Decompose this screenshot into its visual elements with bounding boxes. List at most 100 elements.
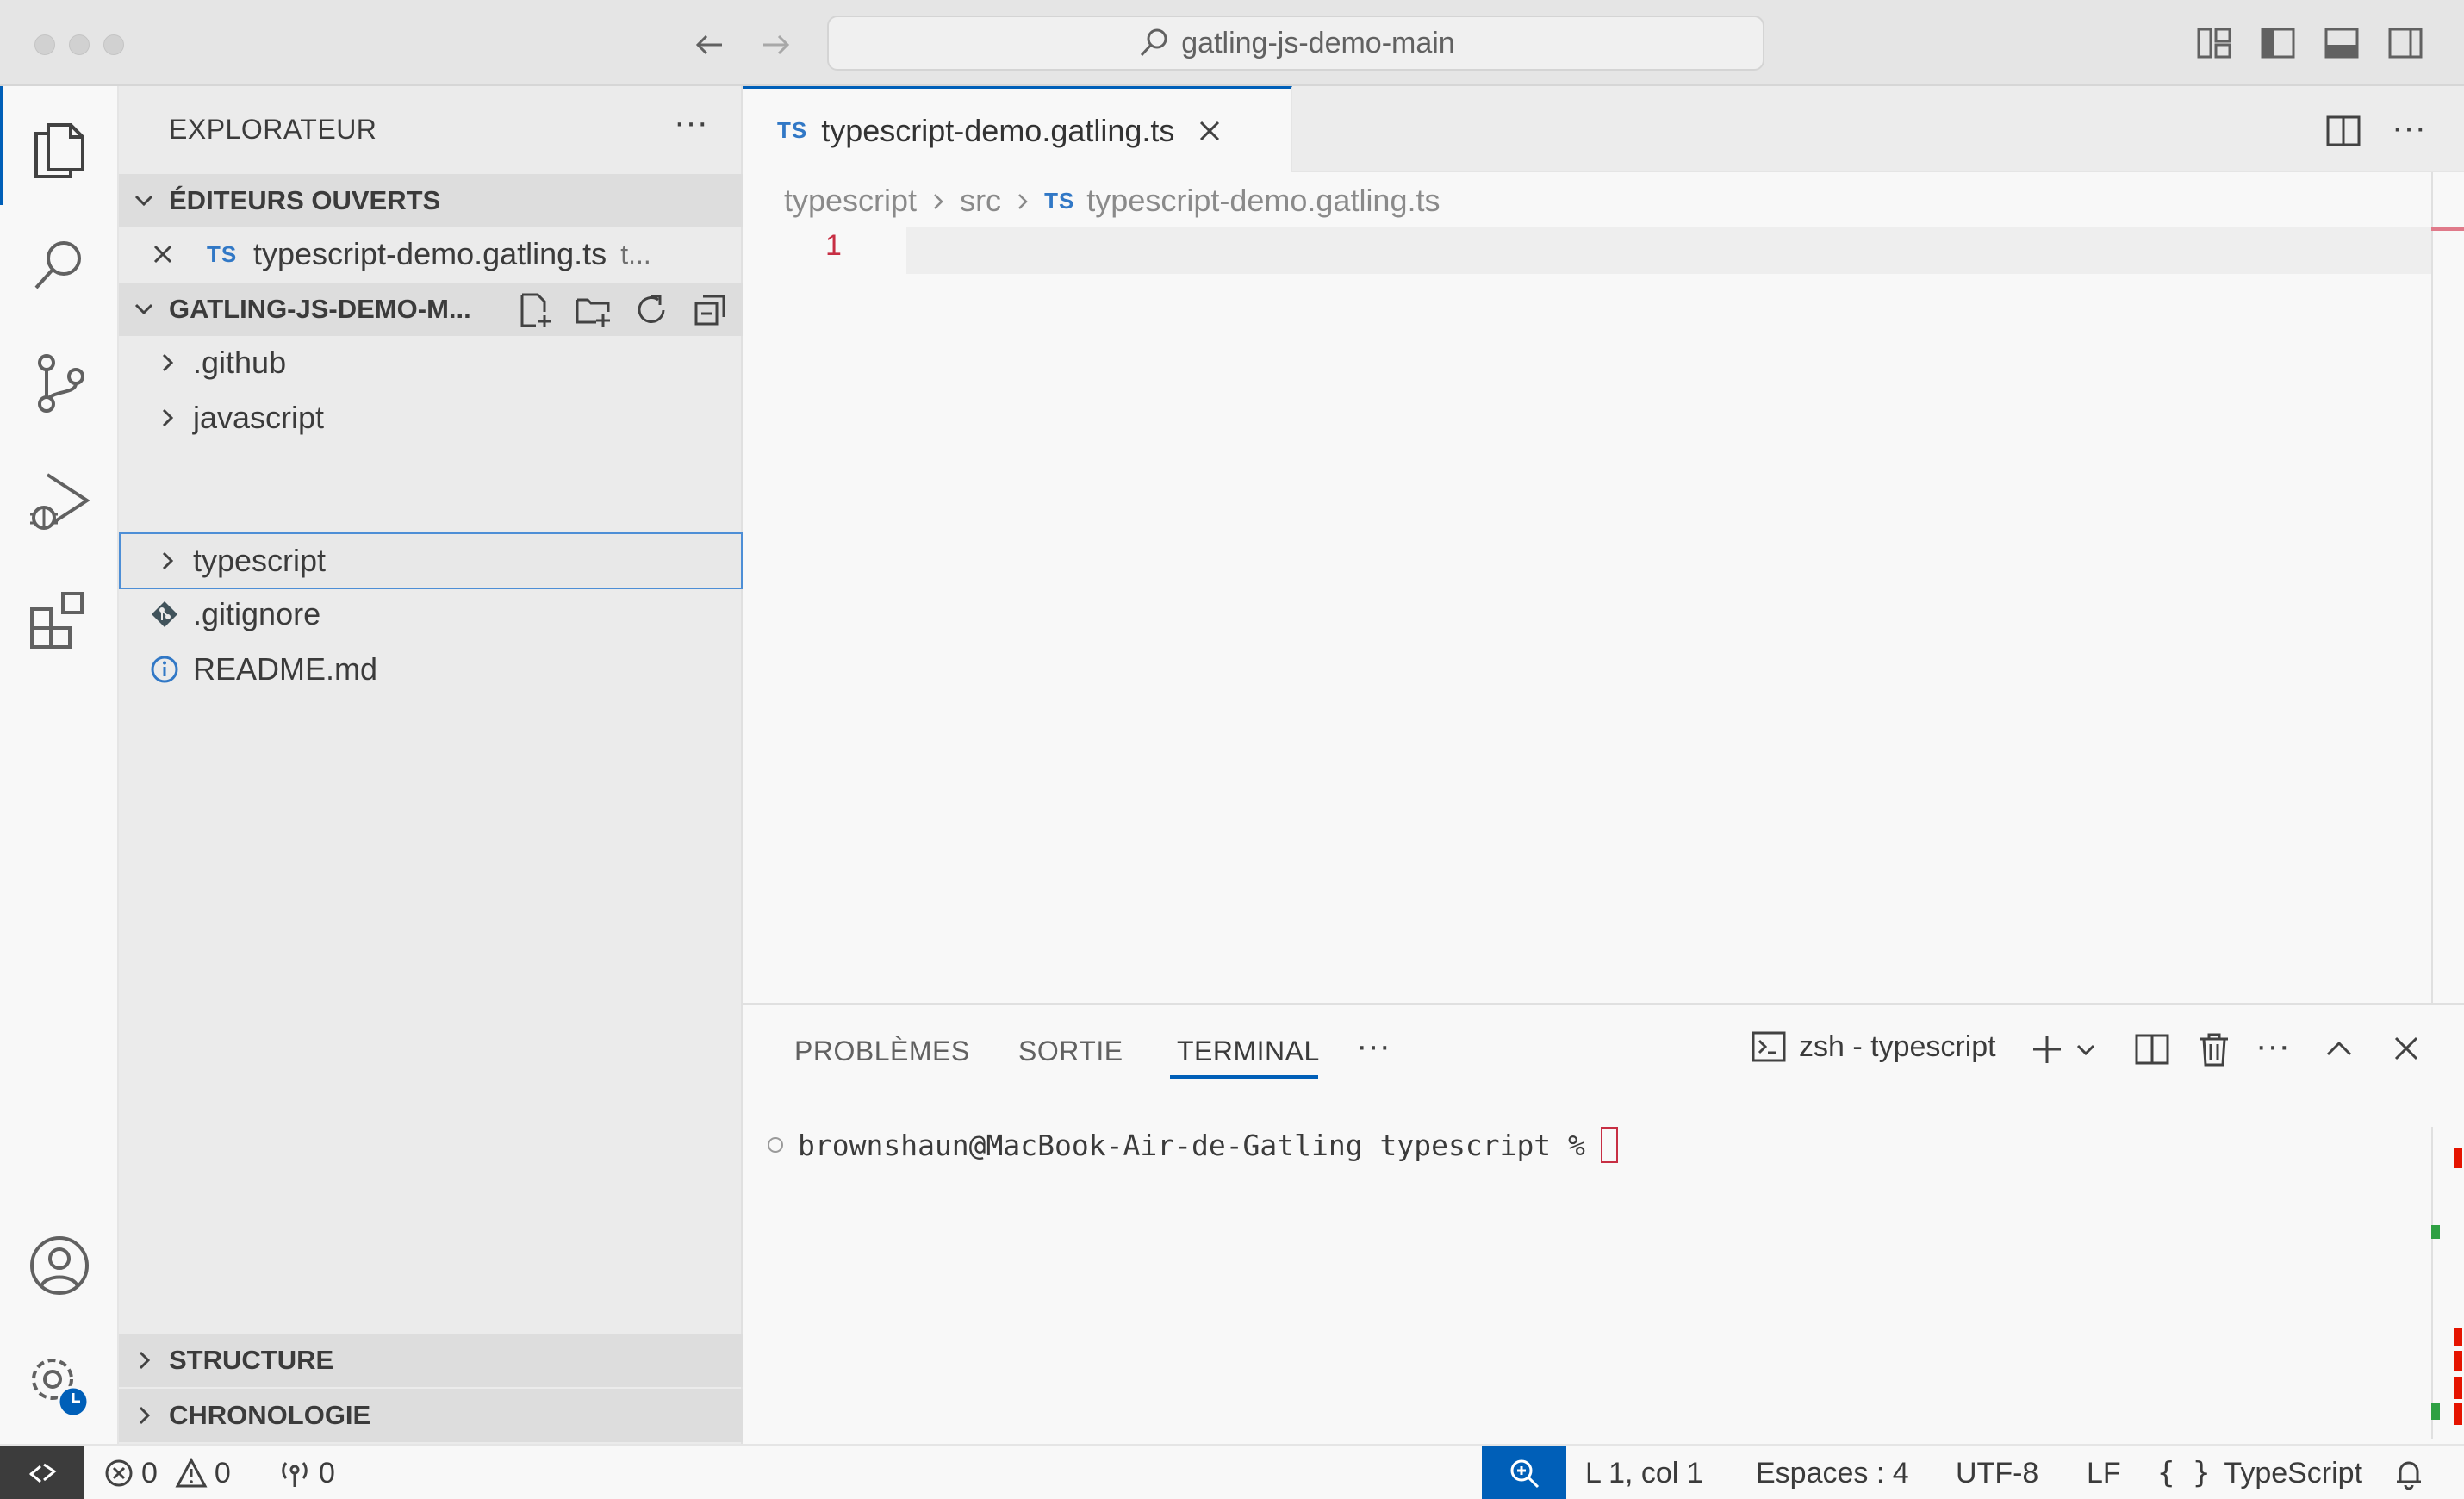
account-icon	[30, 1236, 89, 1295]
tree-item-typescript[interactable]: typescript	[119, 532, 743, 589]
close-tab-icon[interactable]	[1197, 118, 1223, 144]
search-activity[interactable]	[0, 205, 119, 324]
info-icon	[119, 655, 184, 684]
editor-more-actions-icon[interactable]: ···	[2392, 109, 2426, 147]
panel-more-tabs-icon[interactable]: ···	[1356, 1027, 1391, 1066]
new-terminal-icon[interactable]	[2030, 1032, 2064, 1067]
new-file-icon[interactable]	[515, 291, 553, 329]
breadcrumb-item[interactable]: src	[960, 183, 1001, 219]
terminal-selector[interactable]: zsh - typescript	[1751, 1029, 1996, 1065]
terminal-line[interactable]: brownshaun@MacBook-Air-de-Gatling typesc…	[765, 1127, 1618, 1163]
status-bar: 0 0 0 L 1, col 1 Espaces : 4 UTF-8 LF {…	[0, 1444, 2464, 1499]
refresh-icon[interactable]	[632, 291, 670, 329]
run-debug-activity[interactable]	[0, 443, 119, 562]
sidebar-title: EXPLORATEUR	[169, 114, 377, 145]
explorer-sidebar: EXPLORATEUR ··· ÉDITEURS OUVERTS TS type…	[119, 86, 743, 1444]
accounts-activity[interactable]	[0, 1206, 119, 1325]
zoom-indicator[interactable]	[1482, 1446, 1566, 1499]
ports-indicator[interactable]: 0	[277, 1446, 335, 1499]
ts-file-icon: TS	[1044, 187, 1075, 214]
extensions-activity[interactable]	[0, 562, 119, 681]
source-control-icon	[38, 354, 84, 413]
chevron-down-icon[interactable]	[2075, 1039, 2097, 1061]
chevron-right-icon	[929, 183, 948, 219]
error-count: 0	[141, 1456, 158, 1490]
split-editor-icon[interactable]	[2324, 112, 2362, 150]
breadcrumb-item[interactable]: typescript	[784, 183, 917, 219]
toggle-primary-sidebar-icon[interactable]	[2259, 24, 2297, 62]
back-arrow-icon[interactable]	[689, 24, 731, 65]
overview-mark-red	[2454, 1351, 2462, 1371]
zoom-icon	[1510, 1459, 1540, 1489]
tree-item-label: .gitignore	[193, 596, 321, 631]
tree-item-javascript[interactable]: javascript	[119, 391, 743, 445]
remote-indicator[interactable]	[0, 1446, 84, 1499]
maximize-panel-icon[interactable]	[2324, 1034, 2354, 1063]
close-window-button[interactable]	[34, 34, 55, 55]
new-folder-icon[interactable]	[574, 291, 612, 329]
tree-item-label: README.md	[193, 651, 378, 687]
error-icon	[105, 1459, 133, 1487]
maximize-window-button[interactable]	[103, 34, 124, 55]
ts-file-icon: TS	[777, 117, 808, 143]
structure-section-header[interactable]: STRUCTURE	[119, 1334, 743, 1387]
overview-mark-red	[2454, 1328, 2462, 1346]
project-section-header[interactable]: GATLING-JS-DEMO-M...	[119, 283, 743, 336]
line-number: 1	[825, 229, 842, 262]
toggle-panel-icon[interactable]	[2323, 24, 2361, 62]
manage-activity[interactable]	[0, 1325, 119, 1444]
tab-output[interactable]: SORTIE	[1018, 1036, 1123, 1067]
extensions-icon	[30, 592, 84, 649]
collapse-all-icon[interactable]	[691, 291, 729, 329]
tree-item-label: javascript	[193, 400, 325, 435]
files-icon	[34, 123, 84, 178]
overview-ruler-mark	[2431, 227, 2464, 231]
command-center-search[interactable]: gatling-js-demo-main	[827, 16, 1764, 71]
source-control-activity[interactable]	[0, 324, 119, 443]
search-icon	[1141, 28, 1167, 57]
open-editor-name: typescript-demo.gatling.ts	[253, 236, 607, 271]
editor-tab-bar: TS typescript-demo.gatling.ts ···	[743, 86, 2464, 172]
tab-typescript-demo[interactable]: TS typescript-demo.gatling.ts	[743, 86, 1292, 172]
terminal-more-actions-icon[interactable]: ···	[2256, 1027, 2290, 1066]
end-of-line[interactable]: LF	[2087, 1446, 2121, 1499]
forward-arrow-icon[interactable]	[755, 24, 796, 65]
terminal-scrollbar[interactable]	[2431, 1127, 2433, 1439]
problems-indicator[interactable]: 0 0	[103, 1446, 231, 1499]
chevron-down-icon	[119, 298, 169, 320]
remote-icon	[29, 1463, 57, 1483]
toggle-secondary-sidebar-icon[interactable]	[2386, 24, 2424, 62]
open-editor-path-hint: t...	[620, 238, 651, 270]
tab-terminal[interactable]: TERMINAL	[1177, 1036, 1320, 1067]
breadcrumb-item[interactable]: typescript-demo.gatling.ts	[1086, 183, 1440, 219]
tree-item-gitignore[interactable]: .gitignore	[119, 588, 743, 641]
bell-icon	[2397, 1461, 2421, 1490]
close-editor-icon[interactable]	[119, 243, 207, 265]
git-file-icon	[119, 600, 184, 629]
editor-scrollbar[interactable]	[2431, 172, 2433, 1003]
trash-icon[interactable]	[2195, 1030, 2233, 1068]
tree-item-github[interactable]: .github	[119, 336, 743, 389]
customize-layout-icon[interactable]	[2195, 24, 2233, 62]
close-panel-icon[interactable]	[2392, 1034, 2421, 1063]
cursor-position[interactable]: L 1, col 1	[1585, 1446, 1703, 1499]
indentation[interactable]: Espaces : 4	[1756, 1446, 1909, 1499]
explorer-activity[interactable]	[0, 86, 119, 205]
notifications[interactable]	[2392, 1446, 2426, 1499]
project-section-toolbar	[515, 291, 729, 329]
circle-outline-icon	[768, 1137, 783, 1153]
timeline-section-header[interactable]: CHRONOLOGIE	[119, 1389, 743, 1442]
language-mode[interactable]: { } TypeScript	[2157, 1446, 2362, 1499]
tree-item-readme[interactable]: README.md	[119, 643, 743, 696]
split-terminal-icon[interactable]	[2133, 1030, 2171, 1068]
language-label: TypeScript	[2224, 1456, 2363, 1490]
minimize-window-button[interactable]	[69, 34, 90, 55]
chevron-right-icon	[1013, 183, 1032, 219]
tab-problems[interactable]: PROBLÈMES	[794, 1036, 970, 1067]
sidebar-more-actions-icon[interactable]: ···	[674, 105, 708, 140]
open-editor-item[interactable]: TS typescript-demo.gatling.ts t...	[119, 227, 743, 281]
open-editors-section-header[interactable]: ÉDITEURS OUVERTS	[119, 174, 743, 227]
encoding[interactable]: UTF-8	[1956, 1446, 2038, 1499]
gear-icon	[32, 1359, 90, 1418]
editor-current-line[interactable]	[906, 227, 2431, 274]
